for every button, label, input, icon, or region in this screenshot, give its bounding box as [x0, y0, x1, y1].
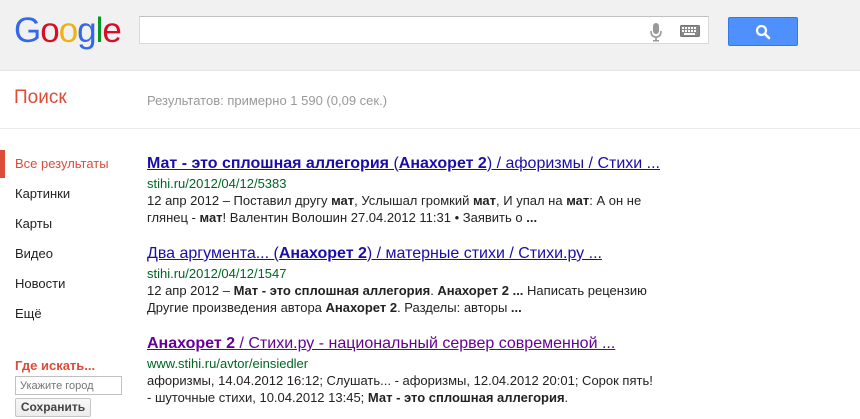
nav-item-video[interactable]: Видео: [15, 246, 53, 261]
save-location-button[interactable]: Сохранить: [15, 398, 91, 417]
result-title-part: Мат - это сплошная аллегория: [147, 155, 389, 172]
result-title-link[interactable]: Мат - это сплошная аллегория (Анахорет 2…: [147, 154, 667, 174]
logo-letter: o: [40, 11, 59, 50]
snippet-text: .: [564, 390, 569, 405]
result-url: stihi.ru/2012/04/12/5383: [147, 176, 287, 191]
snippet-bold: мат: [199, 210, 223, 225]
snippet-bold: Мат - это сплошная аллегория: [367, 390, 565, 405]
google-logo[interactable]: Google: [14, 11, 122, 51]
nav-item-images[interactable]: Картинки: [15, 186, 70, 201]
snippet-bold: Мат - это сплошная аллегория: [233, 283, 431, 298]
page-title: Поиск: [14, 87, 67, 108]
search-result: Два аргумента... (Анахорет 2) / матерные…: [147, 244, 667, 316]
snippet-text: 12 апр 2012 – Поставил другу: [147, 193, 332, 208]
nav-active-indicator: [0, 150, 5, 178]
city-input[interactable]: [15, 376, 122, 395]
snippet-bold: Анахорет 2: [437, 283, 509, 298]
logo-letter: l: [95, 11, 104, 50]
snippet-bold: мат: [331, 193, 355, 208]
nav-item-news[interactable]: Новости: [15, 276, 65, 291]
result-title-part: Анахорет 2: [147, 335, 236, 352]
snippet-text: ! Валентин Волошин 27.04.2012 11:31 • За…: [222, 210, 527, 225]
result-snippet: 12 апр 2012 – Мат - это сплошная аллегор…: [147, 282, 657, 316]
search-result: Анахорет 2 / Стихи.ру - национальный сер…: [147, 334, 667, 406]
search-input[interactable]: [139, 16, 709, 44]
nav-item-more[interactable]: Ещё: [15, 306, 42, 321]
snippet-text: , И упал на: [496, 193, 567, 208]
microphone-icon[interactable]: [649, 22, 663, 42]
result-stats: Результатов: примерно 1 590 (0,09 сек.): [147, 93, 388, 108]
keyboard-icon[interactable]: [680, 25, 700, 37]
magnifier-icon: [755, 24, 771, 40]
result-title-part: ) / афоризмы / Стихи ...: [486, 155, 660, 172]
result-title-part: Анахорет 2: [278, 245, 367, 262]
result-title-part: ) / матерные стихи / Стихи.ру ...: [366, 245, 602, 262]
search-button[interactable]: [728, 17, 798, 46]
snippet-text: . Разделы: авторы: [397, 300, 511, 315]
result-title-link[interactable]: Два аргумента... (Анахорет 2) / матерные…: [147, 244, 667, 264]
result-title-part: Анахорет 2: [398, 155, 487, 172]
result-title-part: Два аргумента... (: [147, 245, 279, 262]
logo-letter: G: [14, 11, 41, 50]
snippet-bold: Анахорет 2: [325, 300, 398, 315]
snippet-bold: ...: [526, 210, 538, 225]
result-snippet: афоризмы, 14.04.2012 16:12; Слушать... -…: [147, 372, 657, 406]
logo-letter: g: [77, 11, 96, 50]
location-label: Где искать...: [15, 358, 96, 373]
snippet-text: , Услышал громкий: [354, 193, 473, 208]
snippet-bold: ...: [510, 300, 522, 315]
result-title-part: (: [389, 155, 399, 172]
snippet-bold: мат: [472, 193, 497, 208]
result-title-part: / Стихи.ру - национальный сервер совреме…: [235, 335, 616, 352]
logo-letter: o: [58, 11, 78, 50]
snippet-bold: ...: [512, 283, 524, 298]
result-url: stihi.ru/2012/04/12/1547: [147, 266, 287, 281]
snippet-bold: мат: [566, 193, 590, 208]
result-snippet: 12 апр 2012 – Поставил другу мат, Услыша…: [147, 192, 657, 226]
nav-item-all-results[interactable]: Все результаты: [15, 156, 109, 171]
nav-item-maps[interactable]: Карты: [15, 216, 52, 231]
sub-header: [0, 71, 860, 129]
result-title-link[interactable]: Анахорет 2 / Стихи.ру - национальный сер…: [147, 334, 667, 354]
search-result: Мат - это сплошная аллегория (Анахорет 2…: [147, 154, 667, 226]
logo-letter: e: [102, 11, 121, 50]
result-url: www.stihi.ru/avtor/einsiedler: [147, 356, 309, 371]
snippet-text: 12 апр 2012 –: [147, 283, 234, 298]
